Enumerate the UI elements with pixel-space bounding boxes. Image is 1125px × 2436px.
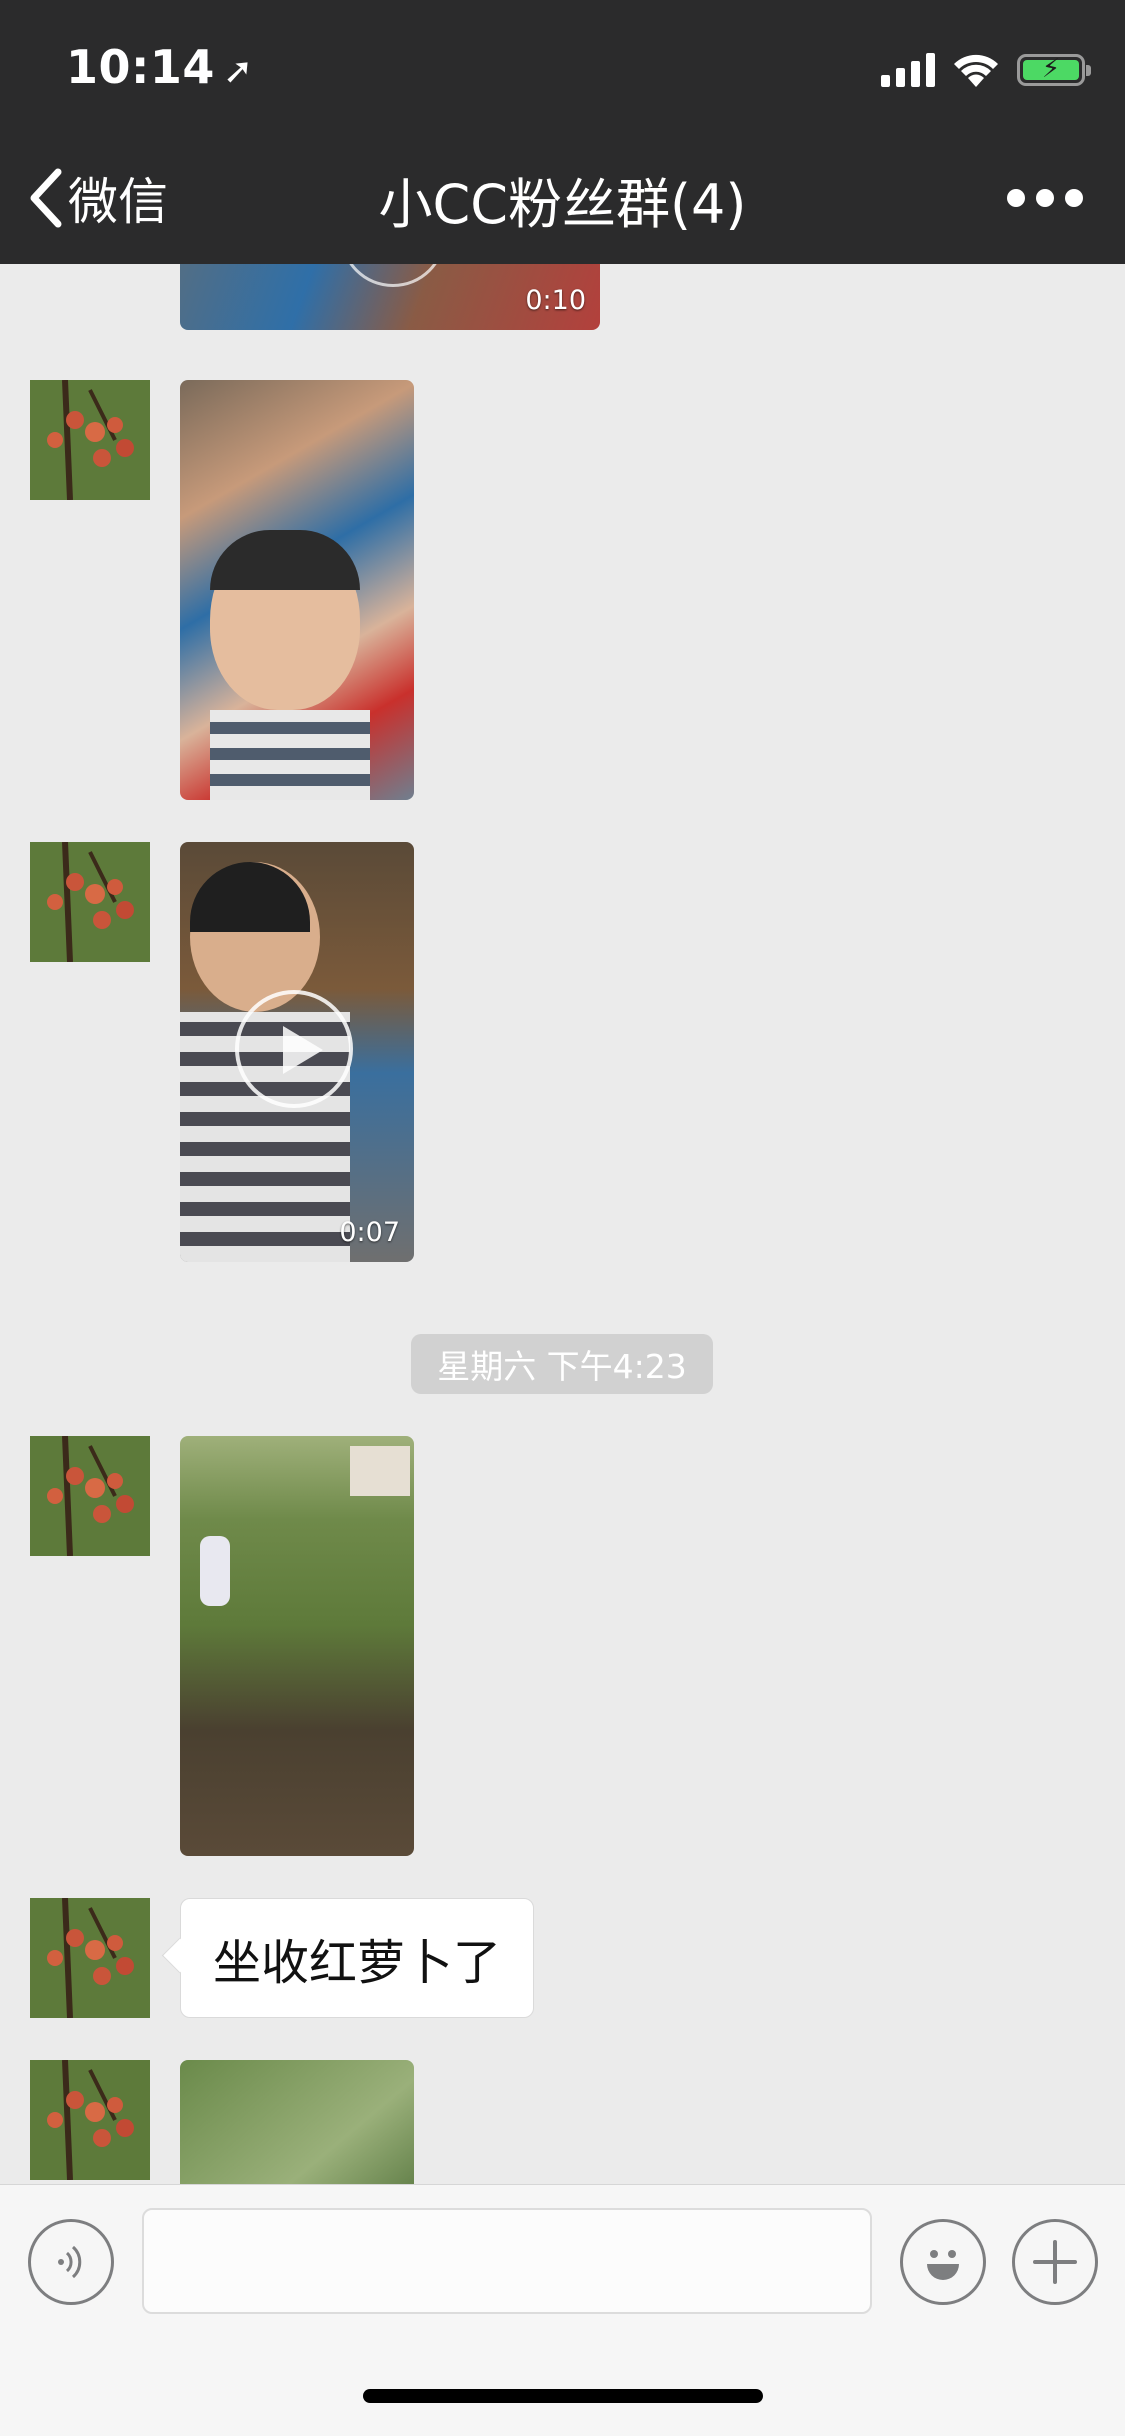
message-input-bar <box>0 2184 1125 2436</box>
avatar[interactable] <box>30 842 150 962</box>
status-clock: 10:14 ➚ <box>66 40 254 94</box>
photo-message[interactable] <box>180 1436 414 1856</box>
timestamp-divider: 星期六 下午4:23 <box>411 1334 713 1394</box>
cellular-signal-icon <box>881 53 935 87</box>
home-indicator[interactable] <box>363 2389 763 2403</box>
peach-tree-avatar-icon <box>30 380 150 500</box>
plus-icon <box>1033 2240 1077 2284</box>
chat-title: 小CC粉丝群(4) <box>378 173 747 236</box>
status-time-text: 10:14 <box>66 40 215 94</box>
photo-message[interactable] <box>180 380 414 800</box>
avatar[interactable] <box>30 380 150 500</box>
more-options-button[interactable] <box>1007 178 1083 218</box>
peach-tree-avatar-icon <box>30 2060 150 2180</box>
avatar[interactable] <box>30 2060 150 2180</box>
voice-icon <box>58 2245 82 2279</box>
status-indicators: ⚡ <box>881 48 1091 92</box>
more-actions-button[interactable] <box>1012 2219 1098 2305</box>
location-arrow-icon: ➚ <box>222 51 254 92</box>
chat-message-list[interactable]: 0:10 0:07 星期六 下午4:23 坐收红萝卜了 <box>0 264 1125 2184</box>
more-dot-icon <box>1036 189 1054 207</box>
battery-charging-icon: ⚡ <box>1017 54 1091 86</box>
top-bar: 10:14 ➚ ⚡ 微信 小CC粉丝群(4) <box>0 0 1125 264</box>
smiley-icon <box>927 2250 959 2280</box>
voice-input-button[interactable] <box>28 2219 114 2305</box>
message-text-input[interactable] <box>142 2208 872 2314</box>
back-label: 微信 <box>68 173 168 231</box>
video-message[interactable]: 0:10 <box>180 264 600 330</box>
emoji-button[interactable] <box>900 2219 986 2305</box>
peach-tree-avatar-icon <box>30 1436 150 1556</box>
avatar[interactable] <box>30 1436 150 1556</box>
peach-tree-avatar-icon <box>30 1898 150 2018</box>
wifi-icon <box>954 54 998 87</box>
text-message-bubble[interactable]: 坐收红萝卜了 <box>180 1898 535 2018</box>
peach-tree-avatar-icon <box>30 842 150 962</box>
video-message[interactable]: 0:07 <box>180 842 414 1262</box>
avatar[interactable] <box>30 1898 150 2018</box>
play-icon <box>235 990 353 1108</box>
back-button[interactable]: 微信 <box>28 162 168 234</box>
more-dot-icon <box>1065 189 1083 207</box>
more-dot-icon <box>1007 189 1025 207</box>
photo-message[interactable] <box>180 2060 414 2184</box>
video-duration: 0:10 <box>525 285 586 316</box>
chevron-left-icon <box>30 168 62 228</box>
video-duration: 0:07 <box>339 1217 400 1248</box>
message-text: 坐收红萝卜了 <box>213 1935 502 1991</box>
